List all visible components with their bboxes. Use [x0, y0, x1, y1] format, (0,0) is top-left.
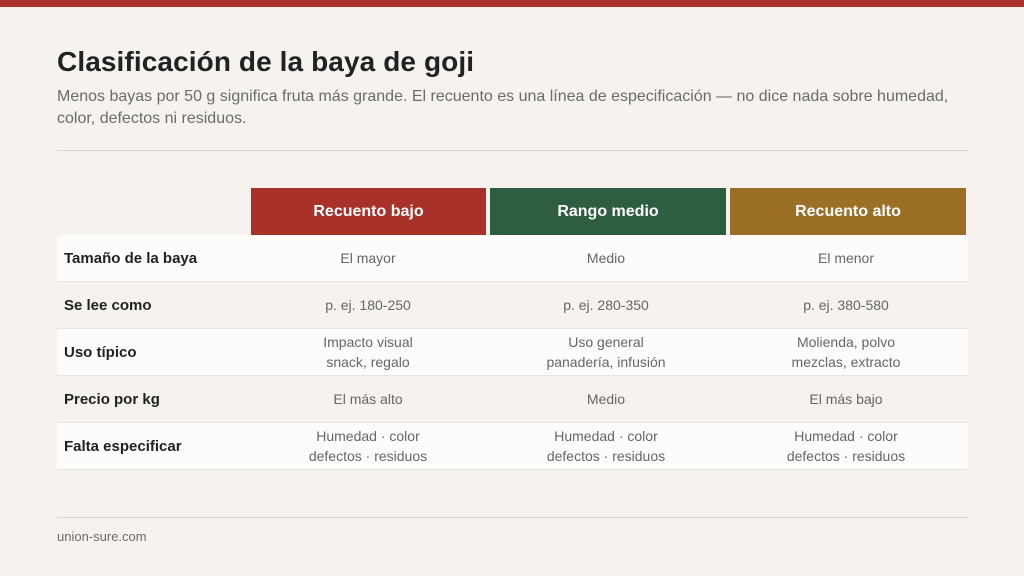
- cell-line: defectos · residuos: [786, 448, 906, 464]
- cell-line: Medio: [586, 250, 626, 266]
- table-row-size: Tamaño de la baya El mayor Medio El meno…: [57, 235, 968, 282]
- cell-line: Medio: [586, 391, 626, 407]
- table-cell: Humedad · color defectos · residuos: [726, 423, 966, 469]
- row-label: Uso típico: [64, 343, 137, 361]
- cell-line: panadería, infusión: [546, 354, 666, 370]
- table-row-price: Precio por kg El más alto Medio El más b…: [57, 376, 968, 423]
- cell-line: El más bajo: [809, 391, 883, 407]
- table-cell: p. ej. 280-350: [486, 282, 726, 328]
- classification-table: Recuento bajo Rango medio Recuento alto …: [57, 188, 968, 470]
- row-label: Precio por kg: [64, 390, 160, 408]
- cell-line: Humedad · color: [794, 428, 898, 444]
- table-cell: Molienda, polvo mezclas, extracto: [726, 329, 966, 375]
- table-cell: El menor: [726, 235, 966, 281]
- cell-line: El más alto: [333, 391, 403, 407]
- cell-line: p. ej. 280-350: [563, 297, 649, 313]
- cell-line: Humedad · color: [554, 428, 658, 444]
- table-row-reads-as: Se lee como p. ej. 180-250 p. ej. 280-35…: [57, 282, 968, 329]
- cell-line: p. ej. 180-250: [325, 297, 411, 313]
- top-divider: [57, 150, 968, 151]
- table-cell: Uso general panadería, infusión: [486, 329, 726, 375]
- cell-line: snack, regalo: [326, 354, 410, 370]
- cell-line: defectos · residuos: [308, 448, 428, 464]
- bottom-divider: [57, 517, 968, 518]
- cell-line: p. ej. 380-580: [803, 297, 889, 313]
- table-cell: Humedad · color defectos · residuos: [250, 423, 486, 469]
- top-accent-bar: [0, 0, 1024, 7]
- table-cell: Humedad · color defectos · residuos: [486, 423, 726, 469]
- header-spacer: [57, 188, 250, 235]
- table-cell: El mayor: [250, 235, 486, 281]
- table-row-typical-use: Uso típico Impacto visual snack, regalo …: [57, 329, 968, 376]
- table-cell: Medio: [486, 235, 726, 281]
- cell-line: Humedad · color: [316, 428, 420, 444]
- column-header-mid-range: Rango medio: [490, 188, 726, 235]
- row-label: Tamaño de la baya: [64, 249, 198, 267]
- cell-line: El mayor: [340, 250, 396, 266]
- table-cell: Medio: [486, 376, 726, 422]
- table-cell: p. ej. 180-250: [250, 282, 486, 328]
- cell-line: El menor: [817, 250, 875, 266]
- table-cell: p. ej. 380-580: [726, 282, 966, 328]
- footer-source: union-sure.com: [57, 529, 147, 544]
- table-row-missing-spec: Falta especificar Humedad · color defect…: [57, 423, 968, 470]
- table-cell: El más bajo: [726, 376, 966, 422]
- column-header-high-count: Recuento alto: [730, 188, 966, 235]
- row-label: Se lee como: [64, 296, 152, 314]
- table-cell: El más alto: [250, 376, 486, 422]
- column-header-low-count: Recuento bajo: [251, 188, 486, 235]
- page-subtitle: Menos bayas por 50 g significa fruta más…: [57, 88, 949, 127]
- table-cell: Impacto visual snack, regalo: [250, 329, 486, 375]
- cell-line: mezclas, extracto: [791, 354, 901, 370]
- cell-line: Impacto visual: [323, 334, 413, 350]
- cell-line: Uso general: [568, 334, 644, 350]
- cell-line: Molienda, polvo: [796, 334, 896, 350]
- page-title: Clasificación de la baya de goji: [57, 46, 475, 77]
- cell-line: defectos · residuos: [546, 448, 666, 464]
- row-label: Falta especificar: [64, 437, 182, 455]
- table-header-row: Recuento bajo Rango medio Recuento alto: [57, 188, 968, 235]
